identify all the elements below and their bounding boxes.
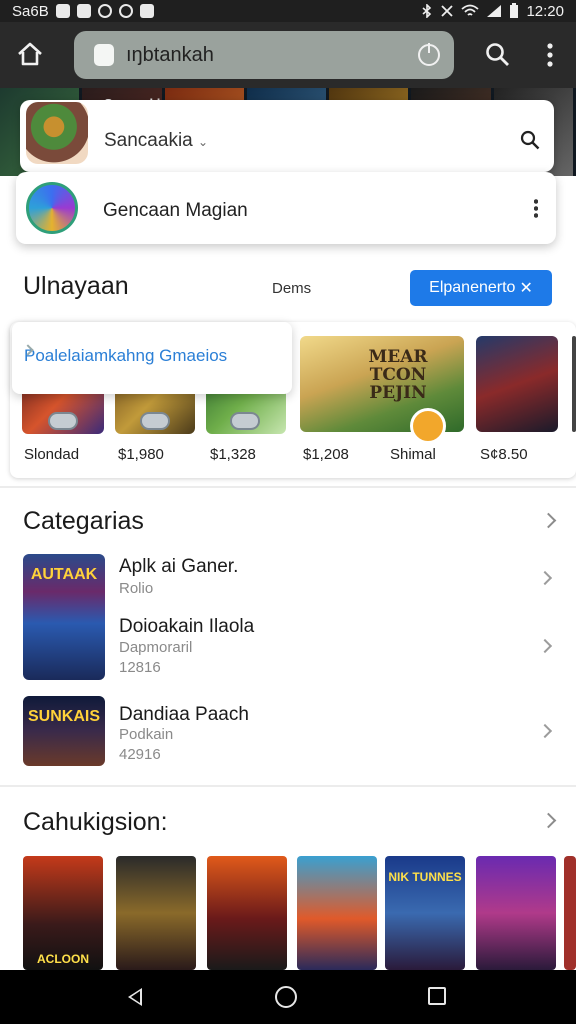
sync-notification-icon: [118, 4, 133, 18]
category-sub: Rolio: [119, 580, 154, 597]
recommendation-tooltip[interactable]: Poalelaiamkahng Gmaeios: [12, 322, 292, 394]
overflow-menu-button[interactable]: [528, 22, 572, 88]
category-image-label: AUTAAK: [30, 566, 98, 583]
back-icon[interactable]: [128, 988, 142, 1006]
suggestion-card[interactable]: Gencaan Magian: [16, 172, 556, 244]
game-price: Shimal: [390, 446, 436, 463]
clock-notification-icon: [97, 4, 112, 18]
more-vert-icon: [547, 43, 553, 67]
notification-icon: [76, 4, 91, 18]
section-title: Ulnayaan: [23, 272, 129, 300]
more-vert-icon[interactable]: [534, 198, 538, 218]
chevron-right-icon[interactable]: [540, 512, 557, 529]
category-meta: 12816: [119, 659, 161, 676]
section-sub-label[interactable]: Dems: [272, 280, 311, 297]
status-text: Sa6B: [12, 2, 49, 20]
gamepad-icon: [48, 412, 78, 430]
app-notification-icon: [139, 4, 154, 18]
browser-toolbar: ıŋbtankah: [0, 22, 576, 88]
category-name[interactable]: Aplk ai Ganer.: [119, 556, 238, 578]
category-sub: Podkain: [119, 726, 174, 743]
game-price: S¢8.50: [480, 446, 528, 463]
bluetooth-icon: [422, 4, 432, 18]
home-icon[interactable]: [275, 986, 297, 1008]
category-name[interactable]: Dandiaa Paach: [119, 704, 249, 726]
home-button[interactable]: [0, 22, 60, 88]
mute-icon: [441, 5, 454, 17]
system-nav-bar: [0, 970, 576, 1024]
poster-label: NIK TUNNES: [388, 870, 462, 884]
categories-title: Categarias: [23, 507, 144, 535]
gamepad-icon: [230, 412, 260, 430]
tooltip-label[interactable]: Poalelaiamkahng Gmaeios: [24, 346, 227, 366]
category-sub: Dapmoraril: [119, 639, 193, 656]
featured-game-title: MEAR TCON PEJIN: [368, 347, 428, 403]
chevron-right-icon[interactable]: [540, 812, 557, 829]
category-name[interactable]: Doioakain Ilaola: [119, 616, 254, 638]
app-icon[interactable]: [26, 182, 78, 234]
search-button[interactable]: [468, 22, 528, 88]
url-text[interactable]: ıŋbtankah: [126, 44, 418, 67]
status-bar: Sa6B 12:20: [0, 0, 576, 22]
poster-label: ACLOON: [37, 952, 89, 966]
search-icon: [486, 43, 509, 66]
app-icon[interactable]: [26, 102, 88, 164]
power-icon[interactable]: [418, 43, 440, 66]
divider: [0, 785, 576, 787]
wifi-icon: [461, 4, 480, 16]
search-dropdown-label[interactable]: Sancaakia ⌄: [104, 130, 208, 152]
gamepad-icon: [140, 412, 170, 430]
category-image-label: SUNKAIS: [27, 708, 100, 725]
home-back-icon: [18, 42, 42, 66]
filter-pill-label: Elpanenerto: [429, 279, 516, 296]
chevron-right-icon[interactable]: [537, 638, 553, 654]
category-meta: 42916: [119, 746, 161, 763]
game-price: $1,980: [118, 446, 164, 463]
category-image[interactable]: SUNKAIS: [23, 696, 105, 766]
game-poster[interactable]: ACLOON: [23, 856, 103, 970]
recents-icon[interactable]: [428, 987, 446, 1005]
close-icon[interactable]: ✕: [519, 278, 532, 298]
lock-icon: [94, 44, 114, 66]
signal-icon: [487, 5, 502, 17]
game-poster[interactable]: NIK TUNNES: [385, 856, 465, 970]
section-title: Cahukigsion:: [23, 808, 168, 836]
category-image[interactable]: AUTAAK: [23, 554, 105, 680]
game-price: $1,208: [303, 446, 349, 463]
game-poster[interactable]: [564, 856, 576, 970]
status-right: 12:20: [421, 3, 564, 20]
status-time: 12:20: [526, 2, 564, 20]
game-thumbnail[interactable]: [476, 336, 558, 432]
chevron-right-icon[interactable]: [537, 570, 553, 586]
url-bar[interactable]: ıŋbtankah: [74, 31, 454, 79]
status-left: Sa6B: [12, 3, 154, 20]
game-badge-icon: [410, 408, 446, 444]
battery-icon: [510, 3, 519, 18]
filter-pill-button[interactable]: Elpanenerto ✕: [410, 270, 552, 306]
game-poster[interactable]: [476, 856, 556, 970]
checkbox-notification-icon: [55, 4, 70, 18]
divider: [0, 486, 576, 488]
chevron-right-icon[interactable]: [537, 723, 553, 739]
game-thumbnail[interactable]: [572, 336, 576, 432]
search-card[interactable]: Sancaakia ⌄: [20, 100, 554, 172]
game-price: $1,328: [210, 446, 256, 463]
game-poster[interactable]: [297, 856, 377, 970]
search-icon[interactable]: [520, 130, 540, 150]
suggestion-label[interactable]: Gencaan Magian: [103, 200, 248, 222]
game-poster[interactable]: [207, 856, 287, 970]
game-price: Slondad: [24, 446, 80, 463]
game-poster[interactable]: [116, 856, 196, 970]
